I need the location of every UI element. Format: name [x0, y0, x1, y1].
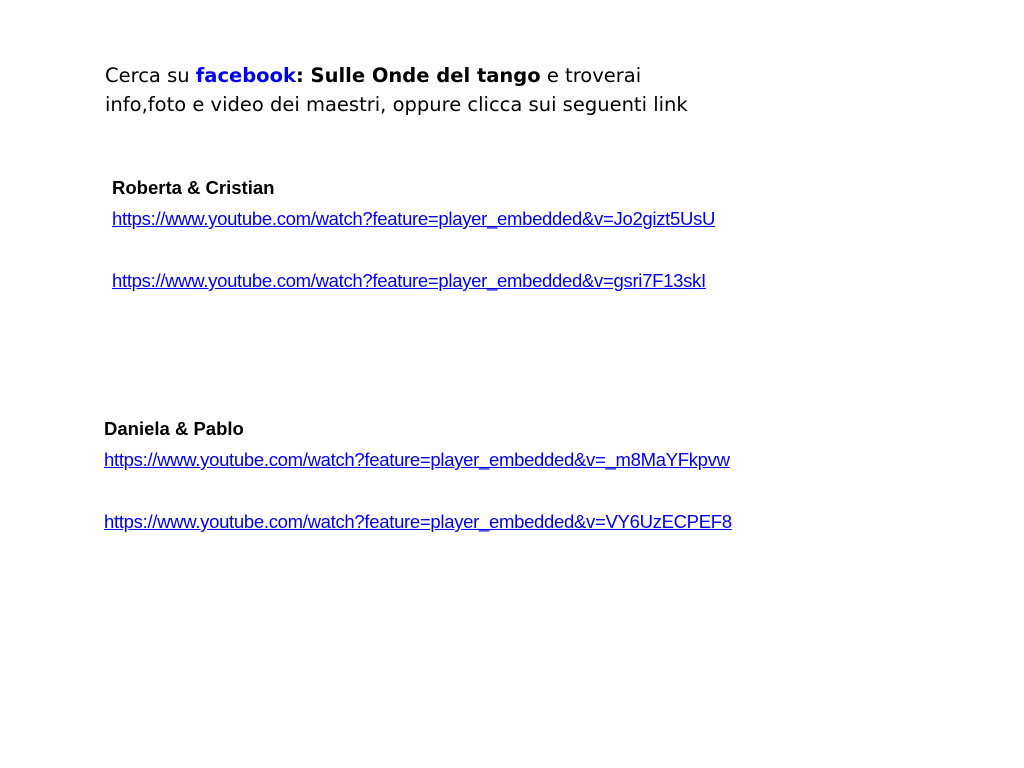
couple-group-roberta-cristian: Roberta & Cristian https://www.youtube.c…: [112, 172, 715, 296]
couple-group-daniela-pablo: Daniela & Pablo https://www.youtube.com/…: [104, 413, 732, 537]
youtube-link[interactable]: https://www.youtube.com/watch?feature=pl…: [104, 506, 732, 537]
intro-suffix: e troverai: [540, 64, 642, 87]
intro-prefix: Cerca su: [105, 64, 196, 87]
intro-text: Cerca su facebook: Sulle Onde del tango …: [105, 61, 1005, 119]
youtube-link[interactable]: https://www.youtube.com/watch?feature=pl…: [104, 444, 732, 475]
youtube-link[interactable]: https://www.youtube.com/watch?feature=pl…: [112, 203, 715, 234]
facebook-keyword: facebook: [195, 64, 296, 87]
couple-heading: Daniela & Pablo: [104, 418, 244, 439]
youtube-link[interactable]: https://www.youtube.com/watch?feature=pl…: [112, 265, 715, 296]
intro-line-1: Cerca su facebook: Sulle Onde del tango …: [105, 61, 1005, 90]
couple-heading: Roberta & Cristian: [112, 177, 275, 198]
slide: Cerca su facebook: Sulle Onde del tango …: [0, 0, 1024, 768]
facebook-page-name: : Sulle Onde del tango: [295, 64, 541, 87]
intro-line-2: info,foto e video dei maestri, oppure cl…: [105, 93, 688, 116]
